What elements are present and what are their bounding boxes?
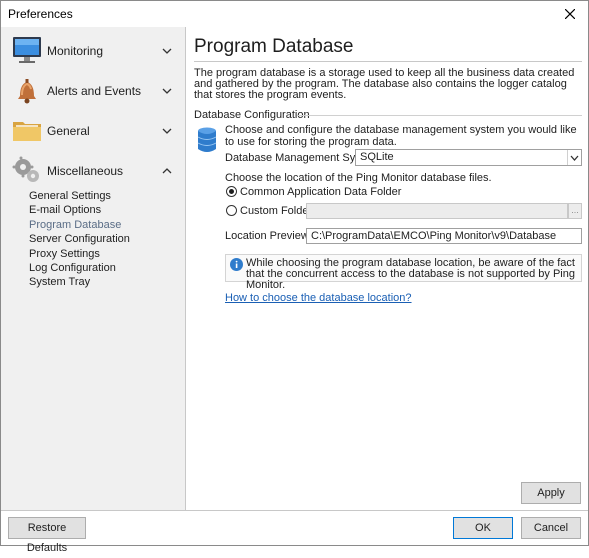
restore-defaults-button[interactable]: Restore Defaults xyxy=(8,517,86,554)
page-title: Program Database xyxy=(194,36,354,57)
sidebar-item-email-options[interactable]: E-mail Options xyxy=(29,203,130,217)
footer-divider xyxy=(1,510,588,511)
sidebar-group-label: Alerts and Events xyxy=(47,84,142,98)
sidebar-group-miscellaneous[interactable]: Miscellaneous xyxy=(1,151,185,191)
chevron-down-icon xyxy=(162,88,172,94)
sidebar-group-label: Miscellaneous xyxy=(47,164,124,178)
miscellaneous-subitems: General Settings E-mail Options Program … xyxy=(29,189,130,290)
close-icon xyxy=(565,9,575,19)
database-icon xyxy=(197,127,217,152)
location-preview-label: Location Preview: xyxy=(225,230,312,242)
chevron-down-icon xyxy=(162,48,172,54)
close-button[interactable] xyxy=(552,1,588,27)
sidebar-item-proxy-settings[interactable]: Proxy Settings xyxy=(29,247,130,261)
sidebar-group-monitoring[interactable]: Monitoring xyxy=(1,31,185,71)
help-link[interactable]: How to choose the database location? xyxy=(225,292,412,304)
sidebar-item-log-configuration[interactable]: Log Configuration xyxy=(29,261,130,275)
chevron-down-icon xyxy=(570,155,579,161)
page-description: The program database is a storage used t… xyxy=(194,67,575,101)
sidebar-item-general-settings[interactable]: General Settings xyxy=(29,189,130,203)
radio-common-folder-label[interactable]: Common Application Data Folder xyxy=(240,186,401,198)
cancel-button[interactable]: Cancel xyxy=(521,517,581,539)
radio-common-folder[interactable] xyxy=(226,186,237,197)
bell-icon xyxy=(18,79,36,104)
sidebar-group-general[interactable]: General xyxy=(1,111,185,151)
radio-custom-folder[interactable] xyxy=(226,205,237,216)
section-divider xyxy=(297,115,582,116)
chevron-up-icon xyxy=(162,168,172,174)
monitor-icon xyxy=(13,37,41,63)
dbms-select[interactable]: SQLite xyxy=(355,149,582,166)
sidebar-item-system-tray[interactable]: System Tray xyxy=(29,275,130,289)
location-heading: Choose the location of the Ping Monitor … xyxy=(225,172,492,184)
info-icon xyxy=(230,258,243,271)
sidebar-group-label: General xyxy=(47,124,90,138)
info-box: While choosing the program database loca… xyxy=(225,254,582,291)
sidebar-group-label: Monitoring xyxy=(47,44,104,58)
apply-button[interactable]: Apply xyxy=(521,482,581,504)
folder-icon xyxy=(13,122,41,141)
dropdown-arrow[interactable] xyxy=(567,150,581,165)
dbms-selected-value: SQLite xyxy=(360,151,394,163)
info-text: While choosing the program database loca… xyxy=(246,257,575,291)
sidebar-item-server-configuration[interactable]: Server Configuration xyxy=(29,232,130,246)
radio-custom-folder-label[interactable]: Custom Folder: xyxy=(240,205,315,217)
chevron-down-icon xyxy=(162,128,172,134)
sidebar-item-program-database[interactable]: Program Database xyxy=(29,218,130,232)
window-title: Preferences xyxy=(8,7,73,21)
sidebar-group-alerts[interactable]: Alerts and Events xyxy=(1,71,185,111)
location-preview-field[interactable]: C:\ProgramData\EMCO\Ping Monitor\v9\Data… xyxy=(306,228,582,244)
database-description: Choose and configure the database manage… xyxy=(225,124,577,148)
ok-button[interactable]: OK xyxy=(453,517,513,539)
browse-button[interactable]: ... xyxy=(568,203,582,219)
title-bar: Preferences xyxy=(1,1,588,27)
title-divider xyxy=(194,61,582,62)
sidebar: Monitoring Alerts and Events General Mis… xyxy=(1,27,186,510)
section-label: Database Configuration xyxy=(194,109,310,121)
preferences-window: Preferences Monitoring Alerts and Events… xyxy=(0,0,589,554)
gears-icon xyxy=(12,156,39,182)
content-pane: Program Database The program database is… xyxy=(187,27,588,510)
custom-folder-input[interactable] xyxy=(306,203,568,219)
